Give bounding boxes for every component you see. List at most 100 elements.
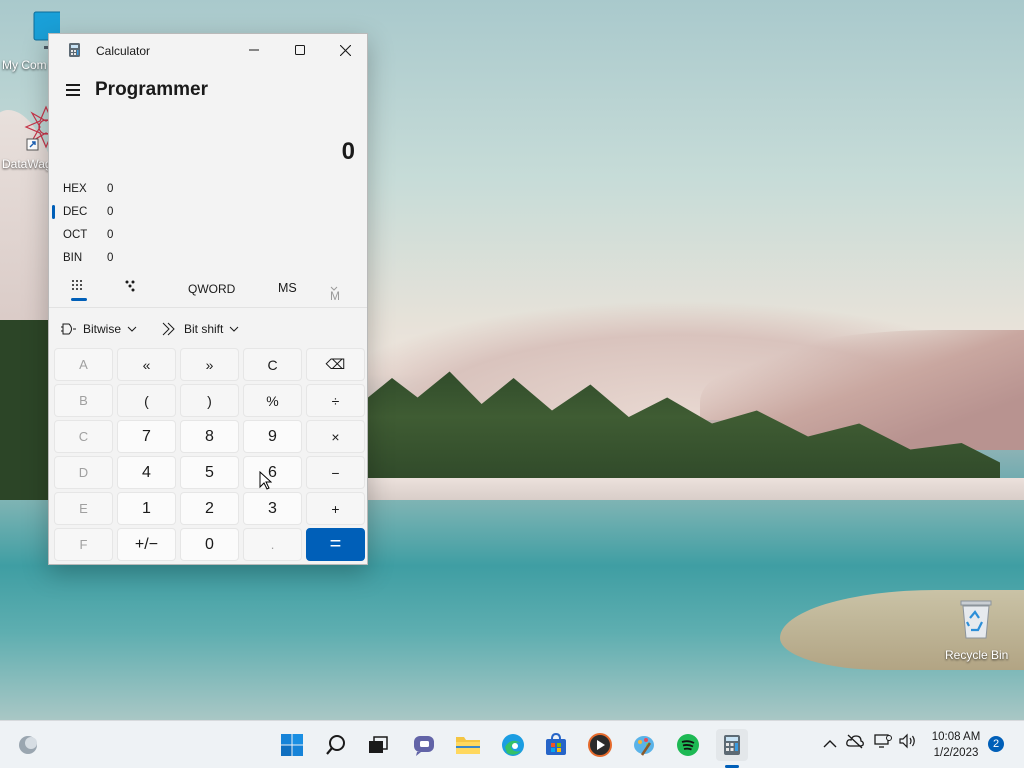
- desktop-icon-label: DataWag: [2, 157, 52, 171]
- logic-gate-icon: [61, 323, 76, 335]
- paint-button[interactable]: [628, 729, 660, 761]
- bit-toggling-keypad-button[interactable]: [124, 279, 138, 296]
- memory-store-button[interactable]: MS: [278, 281, 297, 295]
- radix-label: OCT: [63, 229, 88, 241]
- store-icon: [546, 733, 566, 755]
- calculator-app-icon: [69, 43, 80, 57]
- onedrive-status[interactable]: [846, 733, 864, 752]
- key-6[interactable]: 6: [243, 456, 302, 489]
- key-9[interactable]: 9: [243, 420, 302, 453]
- clock[interactable]: 10:08 AM 1/2/2023: [925, 729, 987, 761]
- key-modulo[interactable]: %: [243, 384, 302, 417]
- radix-dec[interactable]: DEC 0: [63, 202, 113, 222]
- key-negate[interactable]: +/−: [117, 528, 176, 561]
- recycle-bin-icon: [960, 600, 992, 639]
- key-3[interactable]: 3: [243, 492, 302, 525]
- key-c[interactable]: C: [54, 420, 113, 453]
- store-button[interactable]: [540, 729, 572, 761]
- network-icon: [874, 734, 892, 748]
- page-title: Programmer: [95, 79, 208, 100]
- taskbar: 10:08 AM 1/2/2023: [0, 720, 1024, 768]
- key-1[interactable]: 1: [117, 492, 176, 525]
- key-b[interactable]: B: [54, 384, 113, 417]
- desktop-icon-label: My Com: [2, 58, 47, 72]
- memory-recall-button[interactable]: M: [330, 281, 340, 303]
- key-5[interactable]: 5: [180, 456, 239, 489]
- key-open-paren[interactable]: (: [117, 384, 176, 417]
- minimize-button[interactable]: [231, 34, 277, 66]
- chevron-down-icon: [127, 326, 137, 332]
- maximize-button[interactable]: [277, 34, 323, 66]
- key-shift-right[interactable]: »: [180, 348, 239, 381]
- search-button[interactable]: [320, 729, 352, 761]
- volume-control[interactable]: [899, 733, 917, 752]
- edge-button[interactable]: [497, 729, 529, 761]
- title-bar[interactable]: Calculator: [49, 34, 367, 66]
- task-view-icon: [369, 736, 388, 753]
- radix-bin[interactable]: BIN 0: [63, 248, 113, 268]
- key-2[interactable]: 2: [180, 492, 239, 525]
- desktop-icon-recycle-bin[interactable]: Recycle Bin: [937, 598, 1013, 662]
- search-icon: [326, 735, 345, 755]
- spotify-button[interactable]: [672, 729, 704, 761]
- wallpaper-forest-left: [0, 320, 50, 500]
- key-backspace[interactable]: ⌫: [306, 348, 365, 381]
- keypad-icon: [72, 280, 82, 290]
- key-divide[interactable]: ÷: [306, 384, 365, 417]
- window-title: Calculator: [96, 44, 151, 58]
- bitwise-dropdown[interactable]: Bitwise: [61, 322, 137, 336]
- key-0[interactable]: 0: [180, 528, 239, 561]
- radix-oct[interactable]: OCT 0: [63, 225, 113, 245]
- start-button[interactable]: [276, 729, 308, 761]
- key-add[interactable]: +: [306, 492, 365, 525]
- key-decimal[interactable]: .: [243, 528, 302, 561]
- key-a[interactable]: A: [54, 348, 113, 381]
- key-equals[interactable]: =: [306, 528, 365, 561]
- network-status[interactable]: [874, 733, 892, 752]
- key-4[interactable]: 4: [117, 456, 176, 489]
- full-keypad-button[interactable]: [71, 279, 85, 296]
- word-size-button[interactable]: QWORD: [188, 282, 235, 296]
- bit-toggle-icon: [125, 280, 135, 292]
- notification-badge[interactable]: 2: [988, 736, 1004, 752]
- divider: [49, 307, 367, 308]
- key-7[interactable]: 7: [117, 420, 176, 453]
- navigation-menu-button[interactable]: [66, 84, 80, 96]
- key-close-paren[interactable]: ): [180, 384, 239, 417]
- radix-value: 0: [107, 183, 114, 195]
- calculator-taskbar-button[interactable]: [716, 729, 748, 761]
- play-icon: [588, 733, 612, 757]
- spotify-icon: [677, 734, 699, 756]
- bit-shift-dropdown[interactable]: Bit shift: [162, 322, 239, 336]
- key-d[interactable]: D: [54, 456, 113, 489]
- widgets-button[interactable]: [12, 729, 44, 761]
- weather-icon: [19, 736, 37, 754]
- close-icon: [339, 44, 351, 56]
- edge-icon: [502, 734, 524, 756]
- chat-button[interactable]: [408, 729, 440, 761]
- show-hidden-icons-button[interactable]: [823, 737, 837, 751]
- radix-label: HEX: [63, 183, 87, 195]
- key-shift-left[interactable]: «: [117, 348, 176, 381]
- bit-shift-label: Bit shift: [184, 322, 224, 336]
- result-display: 0: [341, 138, 355, 165]
- radix-label: BIN: [63, 252, 83, 264]
- task-view-button[interactable]: [362, 729, 394, 761]
- key-8[interactable]: 8: [180, 420, 239, 453]
- key-f[interactable]: F: [54, 528, 113, 561]
- radix-label: DEC: [63, 206, 88, 218]
- key-subtract[interactable]: −: [306, 456, 365, 489]
- paint-palette-icon: [634, 736, 654, 756]
- key-multiply[interactable]: ×: [306, 420, 365, 453]
- minimize-icon: [249, 49, 259, 51]
- file-explorer-button[interactable]: [452, 729, 484, 761]
- bitwise-label: Bitwise: [83, 322, 122, 336]
- mouse-cursor-icon: [259, 471, 272, 490]
- media-player-button[interactable]: [584, 729, 616, 761]
- radix-hex[interactable]: HEX 0: [63, 179, 113, 199]
- selected-radix-indicator: [52, 205, 55, 219]
- chevron-down-icon: [230, 326, 239, 332]
- close-button[interactable]: [322, 34, 368, 66]
- key-clear[interactable]: C: [243, 348, 302, 381]
- key-e[interactable]: E: [54, 492, 113, 525]
